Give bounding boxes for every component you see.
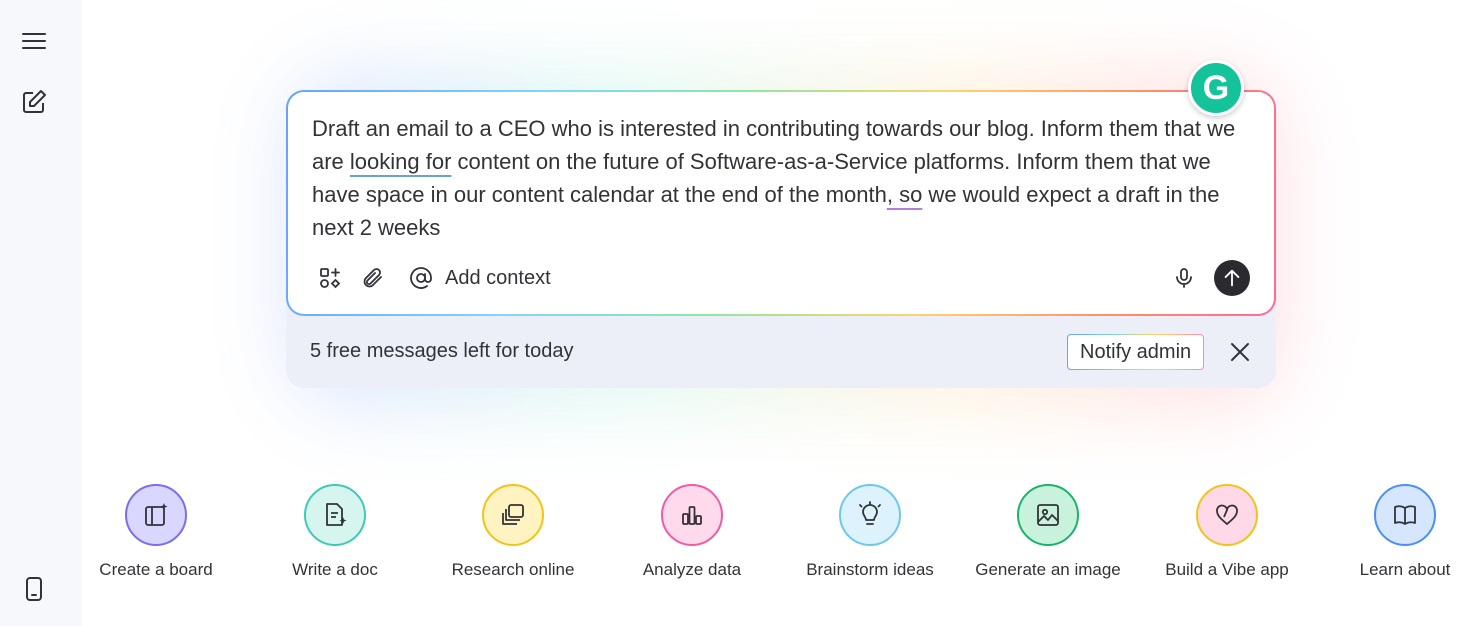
edit-pencil-icon[interactable] [20,88,48,116]
action-circle [1374,484,1436,546]
grammarly-badge[interactable]: G [1188,60,1244,116]
action-circle [304,484,366,546]
bar-chart-icon [682,506,702,525]
hamburger-menu-icon[interactable] [20,27,48,55]
action-label: Create a board [99,560,213,579]
action-label: Learn about [1359,560,1451,579]
send-arrow-icon [1224,269,1240,287]
book-icon [1394,505,1416,525]
send-button[interactable] [1214,260,1250,296]
attach-button[interactable] [361,266,385,290]
action-circle [125,484,187,546]
action-circle [661,484,723,546]
heart-icon [1216,504,1238,525]
grammar-suggestion[interactable]: looking for [350,149,452,174]
paperclip-icon [363,268,382,288]
research-stack-icon [502,504,524,525]
apps-plus-icon [320,268,341,289]
action-label: Research online [451,560,575,579]
action-create-board[interactable]: Create a board [71,484,241,580]
action-research-online[interactable]: Research online [428,484,598,580]
add-context-label: Add context [445,266,551,289]
action-write-doc[interactable]: Write a doc [250,484,420,580]
prompt-input-box[interactable]: Draft an email to a CEO who is intereste… [286,90,1276,316]
action-circle [482,484,544,546]
action-circle [1196,484,1258,546]
close-icon[interactable] [1228,340,1252,364]
action-circle [1017,484,1079,546]
notify-admin-button[interactable]: Notify admin [1067,334,1204,370]
mobile-device-icon[interactable] [20,575,48,603]
apps-plus-button[interactable] [318,266,342,290]
free-messages-text: 5 free messages left for today [310,340,574,362]
action-label: Brainstorm ideas [806,560,934,579]
action-generate-image[interactable]: Generate an image [963,484,1133,580]
image-icon [1037,504,1059,526]
microphone-icon[interactable] [1172,266,1196,290]
action-brainstorm-ideas[interactable]: Brainstorm ideas [785,484,955,580]
add-context-button[interactable]: Add context [409,266,551,290]
at-sign-icon [410,267,432,289]
lightbulb-icon [859,501,881,525]
action-build-vibe-app[interactable]: Build a Vibe app [1142,484,1312,580]
board-sparkle-icon [145,503,168,526]
doc-sparkle-icon [326,503,347,526]
action-analyze-data[interactable]: Analyze data [607,484,777,580]
sidebar [0,0,82,626]
action-circle [839,484,901,546]
grammar-suggestion[interactable]: , so [887,182,922,207]
action-learn-about[interactable]: Learn about [1320,484,1480,580]
prompt-textarea[interactable]: Draft an email to a CEO who is intereste… [312,112,1262,244]
action-label: Analyze data [642,560,742,579]
grammarly-icon: G [1202,68,1230,107]
action-label: Write a doc [292,560,378,579]
action-label: Build a Vibe app [1165,560,1289,579]
action-label: Generate an image [975,560,1121,579]
